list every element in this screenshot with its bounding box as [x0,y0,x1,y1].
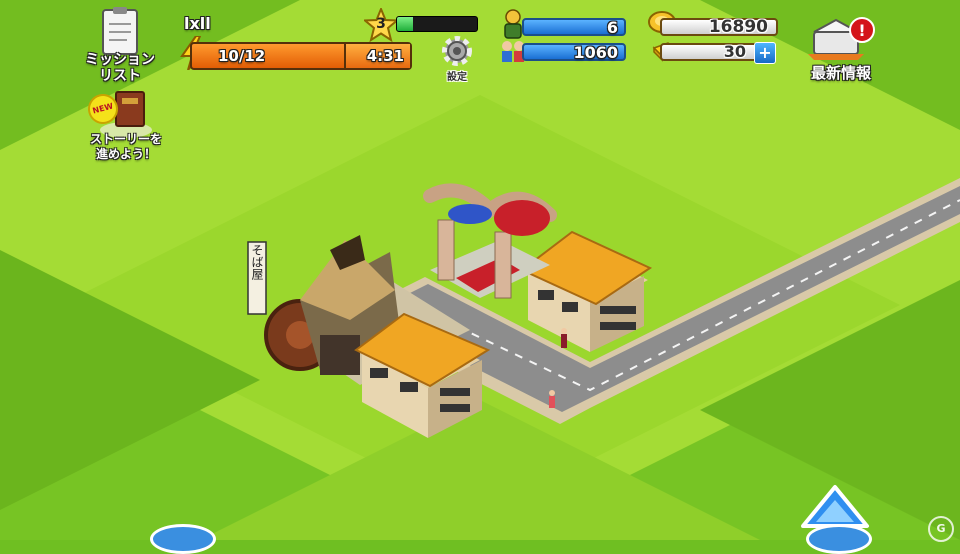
mission-list-label: ミッション リスト [85,52,155,84]
svg-text:そば屋: そば屋 [250,244,264,281]
population-bar: 6 [522,18,626,37]
story-label: ストーリーを 進めよう！ [89,132,162,161]
settings-label: 設定 [447,72,467,83]
mission-list-button[interactable]: ミッション リスト [78,6,162,86]
settings-button[interactable]: 設定 [436,34,478,83]
gold-bar: 30 + [660,42,776,64]
clipboard-icon [102,7,138,55]
gold-value: 30 [723,42,746,61]
coins-bar: 16890 [660,17,778,37]
watermark: G [928,516,954,542]
exp-bar [396,16,478,32]
bottom-menu-button[interactable] [150,524,216,554]
stamina-bar: 10/12 4:31 [190,42,412,70]
add-gold-button[interactable]: + [754,42,776,64]
news-button[interactable]: ! 最新情報 [798,14,884,90]
pedestrian [549,390,555,408]
player-level: 3 [376,16,386,32]
player-name: lxll [184,14,211,33]
pedestrian [561,328,567,348]
level-star: 3 [364,8,398,42]
workers-value: 1060 [573,43,618,62]
bottom-menu-button[interactable] [806,524,872,554]
news-envelope-icon: ! [808,17,875,60]
coins-value: 16890 [708,17,768,37]
stamina-timer-box: 4:31 [344,44,410,68]
gear-icon [442,36,472,66]
workers-bar: 1060 [522,43,626,62]
stamina-value: 10/12 [218,47,266,65]
story-button[interactable]: NEW ストーリーを 進めよう！ [78,88,174,164]
population-value: 6 [606,18,618,37]
news-label: 最新情報 [810,64,871,82]
exp-fill [397,17,413,31]
stamina-timer: 4:31 [366,47,404,65]
news-alert-icon: ! [858,21,865,40]
